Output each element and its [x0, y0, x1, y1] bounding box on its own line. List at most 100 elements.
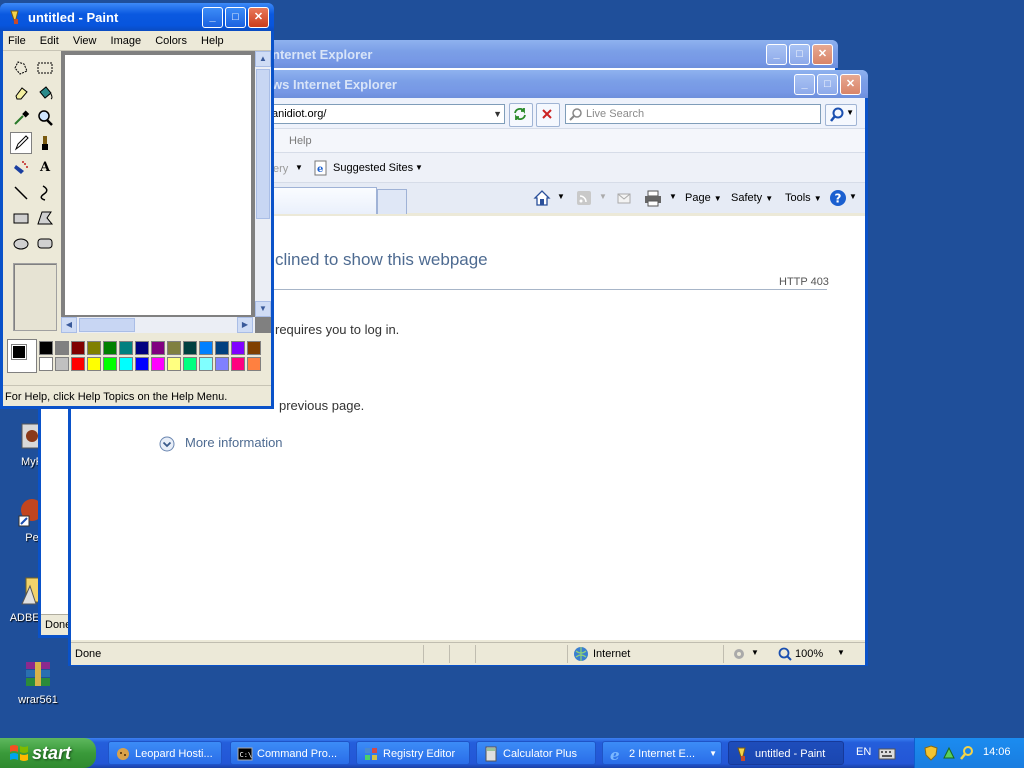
menu-help[interactable]: Help — [201, 35, 224, 47]
color-swatch[interactable] — [135, 357, 149, 371]
color-swatch[interactable] — [39, 341, 53, 355]
network-icon[interactable] — [941, 745, 957, 761]
protected-mode-button[interactable]: ▼ — [731, 646, 761, 662]
airbrush-tool[interactable] — [10, 157, 32, 179]
rectangle-tool[interactable] — [10, 207, 32, 229]
color-swatch[interactable] — [71, 357, 85, 371]
color-swatch[interactable] — [231, 357, 245, 371]
color-swatch[interactable] — [215, 341, 229, 355]
color-swatch[interactable] — [199, 357, 213, 371]
taskbar-item-internet-explorer-group[interactable]: e 2 Internet E... ▼ — [602, 741, 722, 765]
minimize-button[interactable]: _ — [766, 44, 787, 65]
color-swatch[interactable] — [119, 341, 133, 355]
language-indicator[interactable]: EN — [856, 746, 871, 758]
menu-edit[interactable]: Edit — [40, 35, 59, 47]
close-button[interactable]: ✕ — [812, 44, 833, 65]
color-swatch[interactable] — [231, 341, 245, 355]
horizontal-scrollbar[interactable]: ◀ ▶ — [61, 317, 255, 333]
color-picker-tool[interactable] — [10, 107, 32, 129]
taskbar-item-registry-editor[interactable]: Registry Editor — [356, 741, 470, 765]
color-swatch[interactable] — [135, 341, 149, 355]
menu-help[interactable]: Help — [289, 135, 312, 147]
mail-button[interactable] — [615, 189, 637, 209]
favorites-gallery-partial[interactable]: ery — [273, 163, 288, 175]
search-dropdown-icon[interactable]: ▼ — [846, 108, 854, 117]
color-swatch[interactable] — [215, 357, 229, 371]
pencil-tool[interactable] — [10, 132, 32, 154]
minimize-button[interactable]: _ — [202, 7, 223, 28]
eraser-tool[interactable] — [10, 82, 32, 104]
current-colors[interactable] — [7, 339, 37, 373]
home-button[interactable]: ▼ — [533, 189, 567, 209]
color-swatch[interactable] — [87, 341, 101, 355]
minimize-button[interactable]: _ — [794, 74, 815, 95]
tool-options-box[interactable] — [13, 263, 57, 331]
scroll-up-button[interactable]: ▲ — [255, 51, 271, 67]
brush-tool[interactable] — [34, 132, 56, 154]
curve-tool[interactable] — [34, 182, 56, 204]
color-swatch[interactable] — [247, 341, 261, 355]
paint-titlebar[interactable]: untitled - Paint _ □ ✕ — [0, 3, 274, 31]
polygon-tool[interactable] — [34, 207, 56, 229]
rounded-rect-tool[interactable] — [34, 232, 56, 254]
text-tool[interactable]: A — [34, 157, 56, 179]
scroll-thumb[interactable] — [256, 69, 270, 219]
help-button[interactable]: ? ▼ — [829, 189, 859, 209]
scroll-down-button[interactable]: ▼ — [255, 301, 271, 317]
color-swatch[interactable] — [183, 341, 197, 355]
maximize-button[interactable]: □ — [789, 44, 810, 65]
ellipse-tool[interactable] — [10, 232, 32, 254]
menu-file[interactable]: File — [8, 35, 26, 47]
taskbar-item-paint[interactable]: untitled - Paint — [728, 741, 844, 765]
color-swatch[interactable] — [119, 357, 133, 371]
safety-menu-button[interactable]: Safety ▼ — [731, 192, 773, 204]
security-shield-icon[interactable] — [923, 745, 939, 761]
tools-menu-button[interactable]: Tools ▼ — [785, 192, 822, 204]
favorites-gallery-dropdown-icon[interactable]: ▼ — [295, 163, 303, 172]
drawing-canvas[interactable] — [65, 55, 251, 315]
scroll-thumb[interactable] — [79, 318, 135, 332]
free-select-tool[interactable] — [10, 57, 32, 79]
close-button[interactable]: ✕ — [248, 7, 269, 28]
line-tool[interactable] — [10, 182, 32, 204]
color-swatch[interactable] — [71, 341, 85, 355]
print-button[interactable]: ▼ — [643, 189, 679, 209]
scroll-right-button[interactable]: ▶ — [237, 317, 253, 333]
color-swatch[interactable] — [199, 341, 213, 355]
color-swatch[interactable] — [87, 357, 101, 371]
taskbar-item-calculator-plus[interactable]: Calculator Plus — [476, 741, 596, 765]
taskbar-item-leopard-hosting[interactable]: Leopard Hosti... — [108, 741, 222, 765]
magnifier-tool[interactable] — [34, 107, 56, 129]
search-tray-icon[interactable] — [959, 745, 975, 761]
search-button[interactable]: ▼ — [825, 104, 857, 126]
color-swatch[interactable] — [103, 357, 117, 371]
menu-image[interactable]: Image — [111, 35, 142, 47]
color-swatch[interactable] — [55, 341, 69, 355]
fill-tool[interactable] — [34, 82, 56, 104]
color-swatch[interactable] — [167, 341, 181, 355]
color-swatch[interactable] — [167, 357, 181, 371]
address-input[interactable]: anidiot.org/ ▼ — [267, 104, 505, 124]
color-swatch[interactable] — [55, 357, 69, 371]
clock[interactable]: 14:06 — [983, 746, 1011, 758]
tab-current[interactable] — [271, 187, 377, 214]
vertical-scrollbar[interactable]: ▲ ▼ — [255, 51, 271, 317]
menu-colors[interactable]: Colors — [155, 35, 187, 47]
address-dropdown-icon[interactable]: ▼ — [493, 105, 502, 123]
search-input[interactable]: Live Search — [565, 104, 821, 124]
desktop-icon-wrar561[interactable]: wrar561 — [8, 658, 68, 706]
color-swatch[interactable] — [247, 357, 261, 371]
close-button[interactable]: ✕ — [840, 74, 861, 95]
menu-view[interactable]: View — [73, 35, 97, 47]
maximize-button[interactable]: □ — [225, 7, 246, 28]
color-swatch[interactable] — [151, 341, 165, 355]
color-swatch[interactable] — [151, 357, 165, 371]
maximize-button[interactable]: □ — [817, 74, 838, 95]
taskbar-item-command-prompt[interactable]: C:\ Command Pro... — [230, 741, 350, 765]
color-swatch[interactable] — [183, 357, 197, 371]
new-tab-button[interactable] — [377, 189, 407, 214]
rect-select-tool[interactable] — [34, 57, 56, 79]
start-button[interactable]: start — [0, 738, 96, 768]
page-menu-button[interactable]: Page ▼ — [685, 192, 722, 204]
scroll-left-button[interactable]: ◀ — [61, 317, 77, 333]
